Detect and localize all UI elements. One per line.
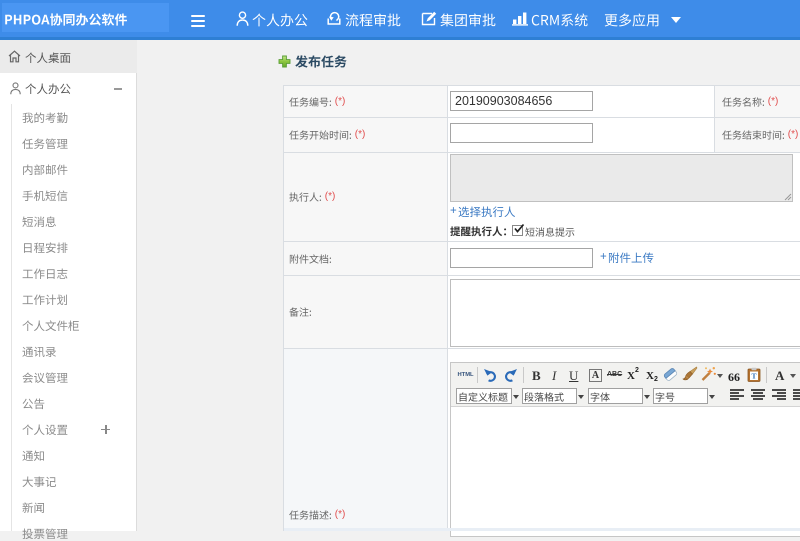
svg-text:T: T bbox=[751, 372, 756, 381]
